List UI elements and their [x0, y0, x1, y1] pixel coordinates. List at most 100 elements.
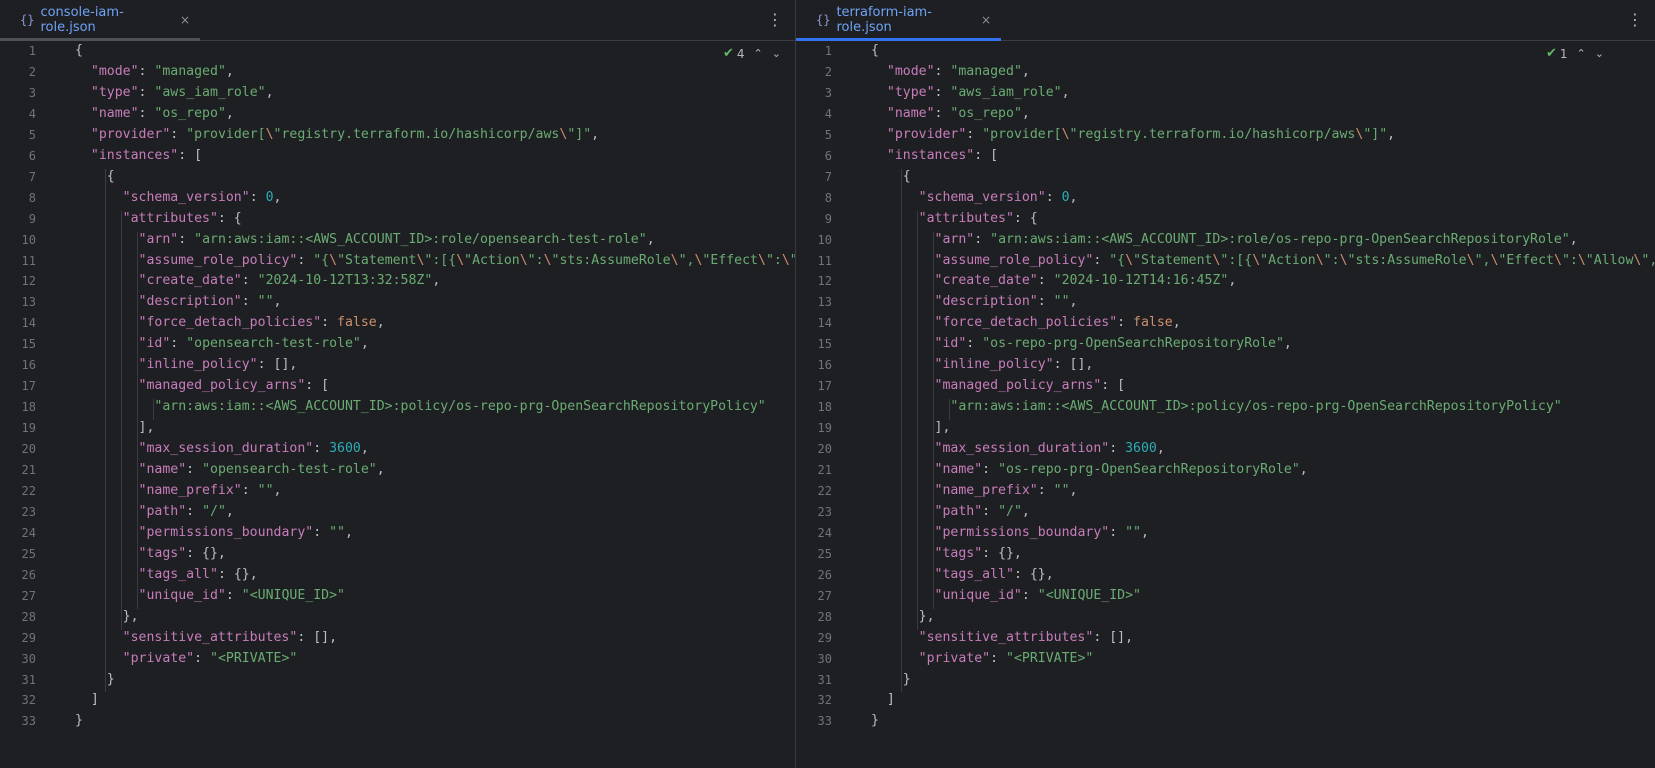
line-number: 27 [21, 588, 36, 603]
line-code: "sensitive_attributes": [], [122, 629, 338, 645]
more-vertical-icon[interactable]: ⋮ [767, 10, 783, 30]
line-code: "name": "os-repo-prg-OpenSearchRepositor… [934, 462, 1308, 477]
code-line: 9 "attributes": { [0, 208, 795, 230]
code-line: 3 "type": "aws_iam_role", [796, 82, 1655, 104]
line-number: 20 [817, 442, 832, 457]
tab-terraform-iam-role[interactable]: {} terraform-iam-role.json × [796, 0, 1001, 41]
tab-title: console-iam-role.json [40, 5, 124, 35]
tab-bar-left: {} console-iam-role.json × ⋮ [0, 0, 795, 41]
line-number: 20 [21, 442, 36, 457]
line-code: "path": "/", [138, 503, 234, 519]
code-line: 27 "unique_id": "<UNIQUE_ID>" [0, 585, 795, 607]
line-number: 14 [817, 316, 832, 331]
line-number: 8 [824, 190, 832, 205]
line-number: 25 [21, 546, 36, 561]
code-line: 10 "arn": "arn:aws:iam::<AWS_ACCOUNT_ID>… [0, 229, 795, 251]
code-line: 33} [796, 710, 1655, 732]
json-file-icon: {} [20, 13, 35, 27]
line-number: 15 [21, 337, 36, 352]
line-code: "sensitive_attributes": [], [918, 629, 1134, 645]
code-line: 16 "inline_policy": [], [796, 354, 1655, 376]
code-line: 21 "name": "os-repo-prg-OpenSearchReposi… [796, 459, 1655, 481]
code-line: 31 } [0, 669, 795, 691]
line-number: 29 [21, 630, 36, 645]
line-code: "managed_policy_arns": [ [138, 378, 330, 394]
line-number: 19 [21, 421, 36, 436]
line-code: "assume_role_policy": "{\"Statement\":[{… [934, 252, 1655, 268]
code-line: 22 "name_prefix": "", [796, 480, 1655, 502]
line-code: "description": "", [138, 294, 282, 310]
indent-guide [900, 168, 902, 693]
line-code: "id": "opensearch-test-role", [138, 336, 369, 352]
line-code: "mode": "managed", [90, 63, 234, 79]
more-vertical-icon[interactable]: ⋮ [1627, 10, 1643, 30]
code-line: 26 "tags_all": {}, [796, 564, 1655, 586]
code-editor-right[interactable]: 1{2 "mode": "managed", 3 "type": "aws_iam… [796, 41, 1655, 768]
line-code: "private": "<PRIVATE>" [918, 650, 1094, 666]
line-code: { [871, 168, 911, 184]
code-line: 18 "arn:aws:iam::<AWS_ACCOUNT_ID>:policy… [796, 396, 1655, 418]
line-number: 28 [817, 609, 832, 624]
line-code: "instances": [ [90, 147, 203, 163]
close-icon[interactable]: × [981, 13, 991, 27]
line-code: "managed_policy_arns": [ [934, 378, 1126, 394]
line-number: 3 [824, 85, 832, 100]
line-code: "attributes": { [918, 210, 1038, 226]
tab-console-iam-role[interactable]: {} console-iam-role.json × [0, 0, 200, 41]
code-line: 28 }, [0, 606, 795, 628]
line-number: 31 [21, 672, 36, 687]
code-line: 19 ], [0, 417, 795, 439]
line-code: "type": "aws_iam_role", [90, 84, 274, 100]
code-line: 15 "id": "opensearch-test-role", [0, 333, 795, 355]
code-line: 1{ [796, 40, 1655, 62]
code-line: 26 "tags_all": {}, [0, 564, 795, 586]
code-line: 23 "path": "/", [0, 501, 795, 523]
close-icon[interactable]: × [180, 13, 190, 27]
line-number: 21 [817, 463, 832, 477]
line-code: ], [871, 420, 951, 436]
line-code: "id": "os-repo-prg-OpenSearchRepositoryR… [934, 336, 1292, 352]
code-line: 14 "force_detach_policies": false, [796, 312, 1655, 334]
line-number: 1 [824, 44, 832, 58]
code-line: 23 "path": "/", [796, 501, 1655, 523]
line-code: "permissions_boundary": "", [934, 524, 1149, 540]
line-code: "name_prefix": "", [138, 482, 282, 498]
indent-guide [136, 231, 138, 609]
code-line: 12 "create_date": "2024-10-12T14:16:45Z"… [796, 270, 1655, 292]
code-line: 13 "description": "", [0, 291, 795, 313]
line-number: 12 [21, 274, 36, 289]
line-number: 13 [21, 295, 36, 310]
line-code: "name_prefix": "", [934, 482, 1078, 498]
code-line: 5 "provider": "provider[\"registry.terra… [796, 124, 1655, 146]
line-code: { [75, 43, 83, 58]
code-line: 8 "schema_version": 0, [0, 187, 795, 209]
code-editor-left[interactable]: 1{2 "mode": "managed", 3 "type": "aws_iam… [0, 41, 795, 768]
line-number: 26 [817, 567, 832, 582]
indent-guide [120, 210, 122, 630]
code-line: 30 "private": "<PRIVATE>" [796, 648, 1655, 670]
line-number: 29 [817, 630, 832, 645]
line-code: "instances": [ [886, 147, 999, 163]
line-code: "tags": {}, [934, 545, 1022, 561]
tab-bar-right: {} terraform-iam-role.json × ⋮ [796, 0, 1655, 41]
code-line: 21 "name": "opensearch-test-role", [0, 459, 795, 481]
code-line: 3 "type": "aws_iam_role", [0, 82, 795, 104]
line-code: "max_session_duration": 3600, [138, 441, 369, 457]
line-code: "private": "<PRIVATE>" [122, 650, 298, 666]
line-number: 14 [21, 316, 36, 331]
line-code: "unique_id": "<UNIQUE_ID>" [934, 587, 1141, 603]
line-number: 1 [28, 44, 36, 58]
code-line: 7 { [0, 166, 795, 188]
line-code: "permissions_boundary": "", [138, 524, 353, 540]
line-number: 17 [817, 379, 832, 394]
line-code: { [75, 168, 115, 184]
line-code: "provider": "provider[\"registry.terrafo… [886, 126, 1396, 142]
line-code: { [871, 43, 879, 58]
code-line: 18 "arn:aws:iam::<AWS_ACCOUNT_ID>:policy… [0, 396, 795, 418]
line-number: 3 [28, 85, 36, 100]
code-line: 7 { [796, 166, 1655, 188]
code-line: 6 "instances": [ [0, 145, 795, 167]
line-code: "description": "", [934, 294, 1078, 310]
line-number: 21 [21, 463, 36, 477]
code-line: 22 "name_prefix": "", [0, 480, 795, 502]
